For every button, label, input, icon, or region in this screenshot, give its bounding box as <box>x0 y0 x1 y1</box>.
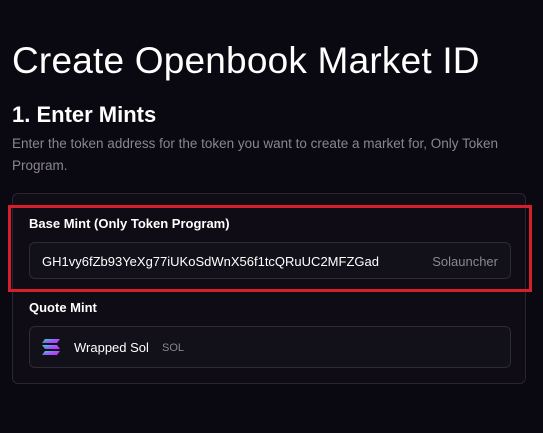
base-mint-label: Base Mint (Only Token Program) <box>29 216 230 231</box>
base-mint-input[interactable]: GH1vy6fZb93YeXg77iUKoSdWnX56f1tcQRuUC2MF… <box>29 242 511 279</box>
quote-mint-label: Quote Mint <box>29 300 97 315</box>
quote-mint-select[interactable]: Wrapped Sol SOL <box>29 326 511 368</box>
quote-token-name: Wrapped Sol <box>74 340 149 355</box>
section-description: Enter the token address for the token yo… <box>12 136 499 173</box>
base-mint-tag: Solauncher <box>432 254 498 269</box>
mints-card: Base Mint (Only Token Program) GH1vy6fZb… <box>12 193 526 384</box>
page: Create Openbook Market ID 1. Enter Mints… <box>0 0 543 433</box>
page-title: Create Openbook Market ID <box>12 40 480 81</box>
section-title: 1. Enter Mints <box>12 102 157 127</box>
solana-icon <box>42 339 60 355</box>
base-mint-value: GH1vy6fZb93YeXg77iUKoSdWnX56f1tcQRuUC2MF… <box>42 254 379 269</box>
quote-token-symbol: SOL <box>162 342 185 354</box>
